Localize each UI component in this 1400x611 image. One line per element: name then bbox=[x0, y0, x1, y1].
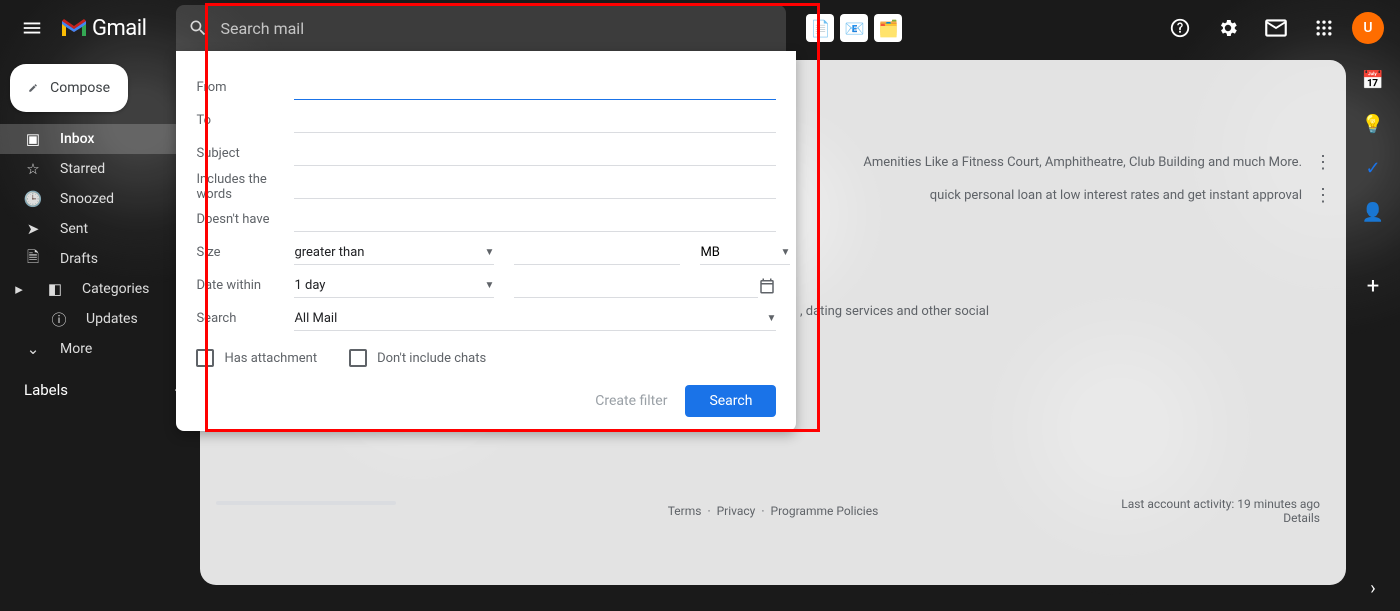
sidebar-item-more[interactable]: ⌄ More bbox=[0, 334, 190, 364]
to-field[interactable] bbox=[294, 109, 776, 133]
doesnt-have-field[interactable] bbox=[294, 208, 776, 232]
search-input[interactable] bbox=[220, 19, 774, 38]
terms-link[interactable]: Terms bbox=[668, 504, 702, 518]
notifications-icon[interactable] bbox=[1256, 8, 1296, 48]
more-icon[interactable]: ⋮ bbox=[1314, 152, 1332, 173]
includes-field[interactable] bbox=[294, 175, 776, 199]
more-icon[interactable]: ⋮ bbox=[1314, 185, 1332, 206]
chevron-down-icon: ⌄ bbox=[24, 340, 42, 358]
sidebar-item-inbox[interactable]: ▣ Inbox bbox=[0, 124, 190, 154]
clock-icon: 🕒 bbox=[24, 190, 42, 208]
sidebar-item-sent[interactable]: ➤ Sent bbox=[0, 214, 190, 244]
inbox-icon: ▣ bbox=[24, 130, 42, 148]
from-field[interactable] bbox=[294, 76, 776, 100]
privacy-link[interactable]: Privacy bbox=[717, 504, 756, 518]
draft-icon: 🗎 bbox=[24, 247, 42, 272]
subject-field[interactable] bbox=[294, 142, 776, 166]
get-addons-button[interactable]: + bbox=[1363, 276, 1383, 296]
size-label: Size bbox=[196, 245, 294, 260]
chevron-down-icon: ▼ bbox=[485, 247, 495, 258]
side-panel: 📅 💡 ✓ 👤 + › bbox=[1346, 56, 1400, 611]
send-icon: ➤ bbox=[24, 220, 42, 238]
calendar-icon[interactable] bbox=[758, 277, 776, 295]
search-icon bbox=[188, 18, 208, 38]
mail-row[interactable]: quick personal loan at low interest rate… bbox=[930, 185, 1332, 206]
sidebar-item-categories[interactable]: ▸ ◧ Categories bbox=[0, 274, 190, 304]
tasks-addon-icon[interactable]: ✓ bbox=[1363, 158, 1383, 178]
details-link[interactable]: Details bbox=[1283, 511, 1320, 525]
exclude-chats-label: Don't include chats bbox=[377, 351, 486, 366]
main-menu-button[interactable] bbox=[8, 4, 56, 52]
size-value-field[interactable] bbox=[514, 241, 680, 265]
date-range-select[interactable]: 1 day▼ bbox=[294, 274, 494, 298]
calendar-addon-icon[interactable]: 📅 bbox=[1363, 70, 1383, 90]
extension-icon-1[interactable]: 📄 bbox=[806, 14, 834, 42]
create-filter-button[interactable]: Create filter bbox=[595, 393, 667, 409]
labels-heading: Labels bbox=[24, 381, 68, 399]
apps-icon[interactable] bbox=[1304, 8, 1344, 48]
info-icon: ⓘ bbox=[50, 309, 68, 330]
chevron-down-icon: ▼ bbox=[485, 280, 495, 291]
includes-label: Includes the words bbox=[196, 172, 294, 202]
exclude-chats-checkbox[interactable] bbox=[349, 349, 367, 367]
policies-link[interactable]: Programme Policies bbox=[771, 504, 879, 518]
keep-addon-icon[interactable]: 💡 bbox=[1363, 114, 1383, 134]
star-icon: ☆ bbox=[24, 160, 42, 178]
from-label: From bbox=[196, 80, 294, 95]
chevron-down-icon: ▼ bbox=[781, 247, 791, 258]
date-field[interactable] bbox=[514, 274, 758, 298]
search-bar[interactable] bbox=[176, 5, 786, 51]
logo-text: Gmail bbox=[92, 16, 146, 41]
sidebar-item-updates[interactable]: ⓘ Updates bbox=[0, 304, 190, 334]
header: Gmail From To Subject Includes th bbox=[0, 0, 1400, 56]
extension-icon-2[interactable]: 📧 bbox=[840, 14, 868, 42]
account-avatar[interactable]: U bbox=[1352, 12, 1384, 44]
extension-icons: 📄 📧 🗂️ bbox=[806, 14, 902, 42]
advanced-search-panel: From To Subject Includes the words Doesn… bbox=[176, 51, 796, 431]
to-label: To bbox=[196, 113, 294, 128]
mail-row[interactable]: , dating services and other social bbox=[800, 304, 989, 319]
compose-button[interactable]: Compose bbox=[10, 64, 128, 112]
size-operator-select[interactable]: greater than▼ bbox=[294, 241, 494, 265]
gmail-logo[interactable]: Gmail bbox=[60, 16, 146, 41]
sidebar-item-starred[interactable]: ☆ Starred bbox=[0, 154, 190, 184]
sidebar-item-drafts[interactable]: 🗎 Drafts bbox=[0, 244, 190, 274]
sidebar-item-snoozed[interactable]: 🕒 Snoozed bbox=[0, 184, 190, 214]
settings-icon[interactable] bbox=[1208, 8, 1248, 48]
compose-label: Compose bbox=[50, 80, 110, 96]
help-icon[interactable] bbox=[1160, 8, 1200, 48]
subject-label: Subject bbox=[196, 146, 294, 161]
doesnt-have-label: Doesn't have bbox=[196, 212, 294, 227]
collapse-panel-button[interactable]: › bbox=[1370, 578, 1375, 599]
contacts-addon-icon[interactable]: 👤 bbox=[1363, 202, 1383, 222]
search-scope-label: Search bbox=[196, 311, 294, 326]
extension-icon-3[interactable]: 🗂️ bbox=[874, 14, 902, 42]
chevron-down-icon: ▼ bbox=[767, 313, 777, 324]
has-attachment-checkbox[interactable] bbox=[196, 349, 214, 367]
sidebar: Compose ▣ Inbox ☆ Starred 🕒 Snoozed ➤ Se… bbox=[0, 56, 200, 611]
categories-icon: ◧ bbox=[46, 280, 64, 298]
mail-row[interactable]: Amenities Like a Fitness Court, Amphithe… bbox=[863, 152, 1332, 173]
search-scope-select[interactable]: All Mail▼ bbox=[294, 307, 776, 331]
has-attachment-label: Has attachment bbox=[224, 351, 317, 366]
size-unit-select[interactable]: MB▼ bbox=[700, 241, 790, 265]
search-button[interactable]: Search bbox=[685, 385, 776, 417]
date-within-label: Date within bbox=[196, 278, 294, 293]
activity-text: Last account activity: 19 minutes ago bbox=[1121, 497, 1320, 511]
chevron-right-icon: ▸ bbox=[10, 280, 28, 298]
